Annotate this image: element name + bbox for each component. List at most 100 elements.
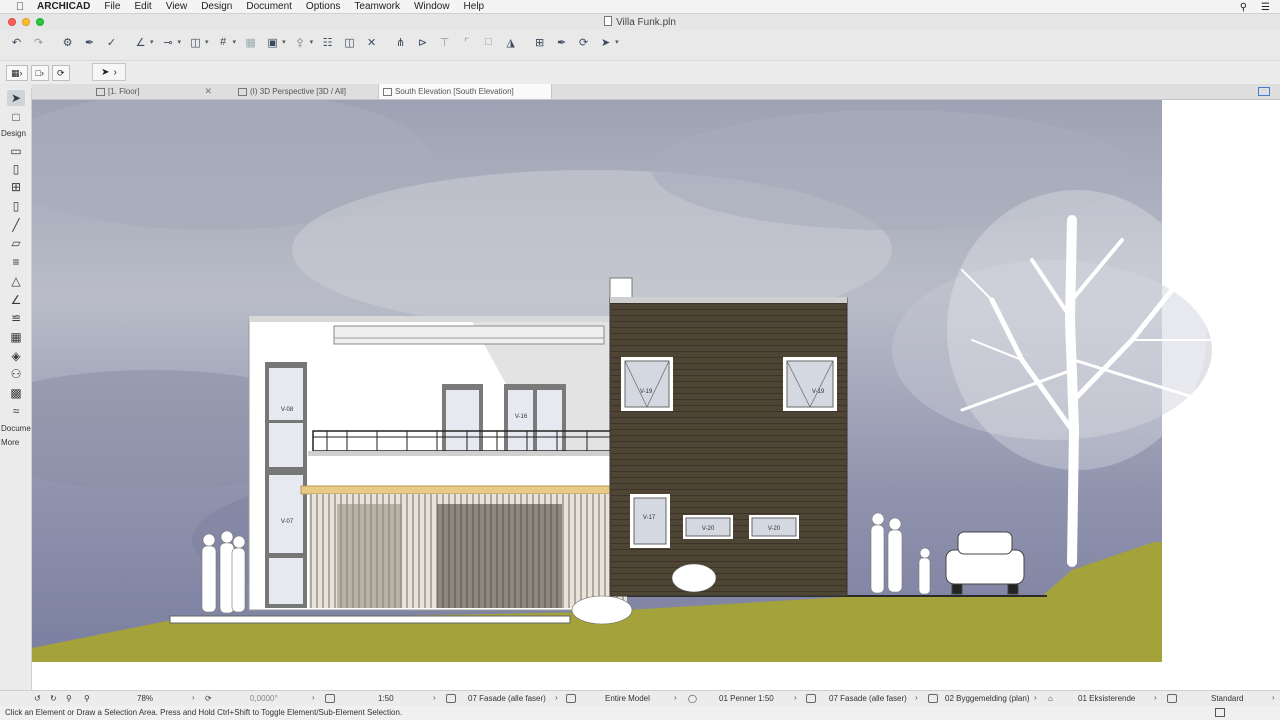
- chevron-right-icon[interactable]: ›: [312, 693, 315, 702]
- window-layout-icon[interactable]: [1215, 708, 1225, 717]
- model-view-option[interactable]: 07 Fasade (alle faser): [829, 694, 907, 703]
- rotation-icon[interactable]: ⟳: [205, 694, 212, 703]
- floor-selector[interactable]: ▦›: [6, 65, 28, 81]
- shell-tool-icon[interactable]: ∠: [7, 292, 25, 308]
- chevron-right-icon[interactable]: ›: [1034, 693, 1037, 702]
- notification-list-icon[interactable]: ☰: [1261, 2, 1270, 13]
- lock-icon[interactable]: ⚴: [292, 34, 309, 51]
- undo-icon[interactable]: ↶: [8, 34, 25, 51]
- chevron-right-icon[interactable]: ›: [1154, 693, 1157, 702]
- chevron-down-icon[interactable]: ▾: [150, 38, 154, 46]
- navigator-icon[interactable]: [1258, 87, 1270, 96]
- slab-tool-icon[interactable]: ▱: [7, 235, 25, 251]
- toolbox-section-design[interactable]: Design: [1, 129, 26, 138]
- toolbox-section-document[interactable]: Docume: [1, 424, 31, 433]
- tab-south-elevation[interactable]: South Elevation [South Elevation]: [378, 84, 552, 99]
- toolbox-section-more[interactable]: More: [1, 438, 19, 447]
- marquee-tool-icon[interactable]: □: [7, 109, 25, 125]
- snap-guides-icon[interactable]: ⊸: [160, 34, 177, 51]
- beam-tool-icon[interactable]: ╱: [7, 217, 25, 233]
- menu-view[interactable]: View: [166, 1, 188, 12]
- fillet-icon[interactable]: ⌜: [458, 34, 475, 51]
- tab-3d-perspective[interactable]: (I) 3D Perspective [3D / All]: [234, 84, 374, 99]
- arrow-tool-icon[interactable]: ➤: [7, 90, 25, 106]
- rotate-view-button[interactable]: ⟳: [51, 65, 70, 81]
- elevation-canvas[interactable]: V-08 V-07 V-16 V-19 V-19 V-17 V-20 V-20: [32, 100, 1280, 690]
- morph-tool-icon[interactable]: ◈: [7, 348, 25, 364]
- layer-selector[interactable]: □›: [30, 65, 49, 81]
- guide-lines-icon[interactable]: ∠: [132, 34, 149, 51]
- chevron-right-icon[interactable]: ›: [433, 693, 436, 702]
- stair-tool-icon[interactable]: ≡: [7, 254, 25, 270]
- renovation-filter[interactable]: 01 Eksisterende: [1078, 694, 1135, 703]
- menu-window[interactable]: Window: [414, 1, 450, 12]
- partial-structure-display[interactable]: Standard: [1211, 694, 1243, 703]
- zone-tool-icon[interactable]: ▩: [7, 385, 25, 401]
- explode-icon[interactable]: ◮: [502, 34, 519, 51]
- window-tool-icon[interactable]: ⊞: [7, 179, 25, 195]
- apple-menu-icon[interactable]: : [13, 1, 27, 13]
- zoom-in-icon[interactable]: ⚲: [66, 694, 72, 703]
- roof-tool-icon[interactable]: △: [7, 273, 25, 289]
- chevron-right-icon[interactable]: ›: [1272, 693, 1275, 702]
- split-icon[interactable]: ⋔: [392, 34, 409, 51]
- pen-set[interactable]: 01 Penner 1:50: [719, 694, 774, 703]
- redo-icon[interactable]: ↷: [30, 34, 47, 51]
- chevron-right-icon[interactable]: ›: [674, 693, 677, 702]
- chevron-down-icon[interactable]: ▾: [233, 38, 237, 46]
- find-select-icon[interactable]: ⚙: [59, 34, 76, 51]
- column-tool-icon[interactable]: ▯: [7, 198, 25, 214]
- railing-tool-icon[interactable]: ≌: [7, 310, 25, 326]
- resize-icon[interactable]: □: [480, 34, 497, 51]
- adjust-icon[interactable]: ⊳: [414, 34, 431, 51]
- table-icon[interactable]: ◫: [341, 34, 358, 51]
- redo-zoom-icon[interactable]: ↻: [50, 694, 57, 703]
- object-tool-icon[interactable]: ⚇: [7, 366, 25, 382]
- layer-icon[interactable]: ▣: [264, 34, 281, 51]
- mesh-tool-icon[interactable]: ≈: [7, 403, 25, 419]
- drawing-scale[interactable]: 1:50: [378, 694, 394, 703]
- menu-help[interactable]: Help: [464, 1, 485, 12]
- wall-tool-icon[interactable]: ▭: [7, 143, 25, 159]
- chevron-down-icon[interactable]: ▾: [310, 38, 314, 46]
- rotate-icon[interactable]: ⟳: [575, 34, 592, 51]
- syringe-icon[interactable]: ✓: [103, 34, 120, 51]
- chevron-right-icon[interactable]: ›: [794, 693, 797, 702]
- spotlight-search-icon[interactable]: ⚲: [1240, 2, 1247, 13]
- intersect-icon[interactable]: ⊤: [436, 34, 453, 51]
- eyedropper-icon[interactable]: ✒: [81, 34, 98, 51]
- cross-icon[interactable]: ✕: [363, 34, 380, 51]
- trace-reference-icon[interactable]: ☷: [319, 34, 336, 51]
- shift-icon[interactable]: ➤: [597, 34, 614, 51]
- menu-file[interactable]: File: [104, 1, 120, 12]
- zoom-level[interactable]: 78%: [137, 694, 153, 703]
- door-tool-icon[interactable]: ▯: [7, 161, 25, 177]
- chevron-down-icon[interactable]: ▾: [615, 38, 619, 46]
- menu-edit[interactable]: Edit: [134, 1, 151, 12]
- layer-combination[interactable]: 07 Fasade (alle faser): [468, 694, 546, 703]
- arrow-tool-selector[interactable]: ➤ ›: [92, 63, 126, 81]
- app-name-menu[interactable]: ARCHICAD: [37, 1, 90, 12]
- model-view[interactable]: Entire Model: [605, 694, 650, 703]
- gravity-icon[interactable]: ◫: [187, 34, 204, 51]
- chevron-right-icon[interactable]: ›: [192, 693, 195, 702]
- menu-teamwork[interactable]: Teamwork: [354, 1, 400, 12]
- chevron-down-icon[interactable]: ▾: [178, 38, 182, 46]
- chevron-down-icon[interactable]: ▾: [282, 38, 286, 46]
- chevron-down-icon[interactable]: ▾: [205, 38, 209, 46]
- fit-in-window-icon[interactable]: ⚲: [84, 694, 90, 703]
- rotation-angle[interactable]: 0,0000°: [250, 694, 278, 703]
- close-tab-icon[interactable]: ✕: [204, 86, 212, 97]
- chevron-right-icon[interactable]: ›: [915, 693, 918, 702]
- menu-document[interactable]: Document: [246, 1, 292, 12]
- menu-options[interactable]: Options: [306, 1, 340, 12]
- undo-zoom-icon[interactable]: ↺: [34, 694, 41, 703]
- curtain-wall-tool-icon[interactable]: ▦: [7, 329, 25, 345]
- move-icon[interactable]: ✒: [553, 34, 570, 51]
- suspend-groups-icon[interactable]: ▦: [242, 34, 259, 51]
- menu-design[interactable]: Design: [201, 1, 232, 12]
- tab-floor-plan[interactable]: [1. Floor] ✕: [92, 84, 216, 99]
- dimension-standard[interactable]: 02 Byggemelding (plan): [945, 694, 1030, 703]
- align-icon[interactable]: ⊞: [531, 34, 548, 51]
- chevron-right-icon[interactable]: ›: [555, 693, 558, 702]
